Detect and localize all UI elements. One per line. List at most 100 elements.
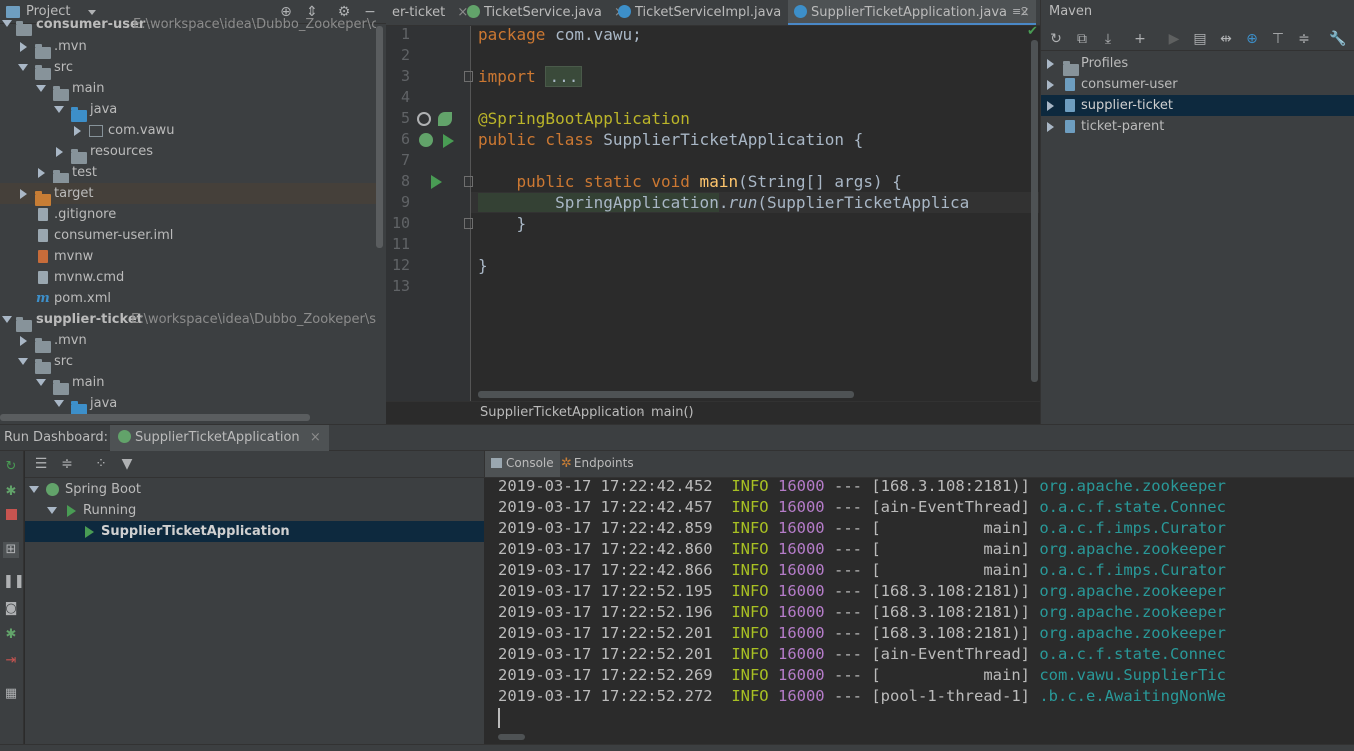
expand-arrow-icon[interactable] bbox=[36, 379, 46, 386]
filter-icon[interactable]: ▼ bbox=[119, 456, 135, 472]
tree-item-resources[interactable]: resources bbox=[0, 141, 376, 164]
show-dependencies-icon[interactable]: ⊤ bbox=[1270, 31, 1286, 47]
tree-item-pom[interactable]: m pom.xml bbox=[0, 288, 376, 309]
download-icon[interactable]: ⤓ bbox=[1100, 31, 1116, 47]
log-time: 2019-03-17 17:22:52.196 bbox=[498, 603, 713, 621]
spring-bean-icon[interactable] bbox=[419, 133, 433, 147]
tree-item-mvnw-cmd[interactable]: mvnw.cmd bbox=[0, 267, 376, 288]
tree-item-mvnw[interactable]: mvnw bbox=[0, 246, 376, 267]
add-icon[interactable]: + bbox=[1132, 31, 1148, 47]
tree-item-java[interactable]: java bbox=[0, 99, 376, 122]
expand-arrow-icon[interactable] bbox=[74, 126, 81, 136]
expand-arrow-icon[interactable] bbox=[1047, 101, 1054, 111]
tree-item-main[interactable]: main bbox=[0, 372, 376, 395]
expand-arrow-icon[interactable] bbox=[1047, 122, 1054, 132]
run-icon[interactable]: ▶ bbox=[1166, 31, 1182, 47]
expand-arrow-icon[interactable] bbox=[18, 358, 28, 365]
debug-icon[interactable]: ✱ bbox=[3, 484, 19, 500]
tab-overflow-button[interactable]: ≡2 bbox=[1012, 5, 1028, 18]
run-gutter-icon[interactable] bbox=[443, 134, 454, 148]
expand-arrow-icon[interactable] bbox=[2, 20, 12, 27]
editor-vertical-scrollbar[interactable] bbox=[1031, 40, 1038, 382]
expand-arrow-icon[interactable] bbox=[29, 486, 39, 493]
refresh-icon[interactable]: ↻ bbox=[1048, 31, 1064, 47]
log-pid: 16000 bbox=[777, 645, 825, 663]
run-tree-item-application[interactable]: SupplierTicketApplication bbox=[25, 521, 484, 542]
run-tree-label: Spring Boot bbox=[65, 482, 142, 497]
expand-arrow-icon[interactable] bbox=[54, 106, 64, 113]
maven-item-ticket-parent[interactable]: ticket-parent bbox=[1041, 116, 1354, 137]
execute-goal-icon[interactable]: ▤ bbox=[1192, 31, 1208, 47]
expand-arrow-icon[interactable] bbox=[1047, 59, 1054, 69]
fold-icon[interactable] bbox=[464, 71, 473, 82]
generate-sources-icon[interactable]: ⧉ bbox=[1074, 31, 1090, 47]
code-line-6: @SpringBootApplication bbox=[478, 109, 690, 128]
tree-item-target[interactable]: target bbox=[0, 183, 376, 206]
editor-horizontal-scrollbar[interactable] bbox=[478, 391, 854, 398]
expand-arrow-icon[interactable] bbox=[20, 336, 27, 346]
breadcrumb-item[interactable]: main() bbox=[651, 405, 694, 420]
camera-icon[interactable]: ◙ bbox=[3, 601, 19, 617]
tree-item-test[interactable]: test bbox=[0, 162, 376, 185]
project-vertical-scrollbar[interactable] bbox=[376, 26, 383, 248]
run-tree-item-spring-boot[interactable]: Spring Boot bbox=[25, 479, 484, 500]
tab-ticket-service-impl[interactable]: TicketServiceImpl.java × bbox=[612, 0, 810, 25]
tree-item-mvn[interactable]: .mvn bbox=[0, 330, 376, 353]
run-dashboard-tab[interactable]: SupplierTicketApplication × bbox=[110, 425, 329, 451]
tab-supplier-ticket-application[interactable]: SupplierTicketApplication.java × bbox=[788, 0, 1037, 25]
fold-icon[interactable] bbox=[464, 176, 473, 187]
tab-ticket-service[interactable]: TicketService.java × bbox=[461, 0, 631, 25]
tree-item-src[interactable]: src bbox=[0, 351, 376, 374]
layout-icon[interactable]: ▦ bbox=[3, 686, 19, 702]
expand-arrow-icon[interactable] bbox=[18, 64, 28, 71]
expand-arrow-icon[interactable] bbox=[36, 85, 46, 92]
run-tree-item-running[interactable]: Running bbox=[25, 500, 484, 521]
debug-settings-icon[interactable]: ✱ bbox=[3, 627, 19, 643]
tree-item-main[interactable]: main bbox=[0, 78, 376, 101]
tree-item-supplier-ticket[interactable]: supplier-ticket E:\workspace\idea\Dubbo_… bbox=[0, 309, 376, 332]
maven-item-supplier-ticket[interactable]: supplier-ticket bbox=[1041, 95, 1354, 116]
group-by-icon[interactable]: ⊞ bbox=[3, 542, 19, 558]
wrench-icon[interactable]: 🔧 bbox=[1329, 31, 1346, 47]
expand-arrow-icon[interactable] bbox=[20, 189, 27, 199]
tree-item-java[interactable]: java bbox=[0, 393, 376, 414]
run-gutter-icon[interactable] bbox=[431, 175, 442, 189]
tree-item-gitignore[interactable]: .gitignore bbox=[0, 204, 376, 225]
folded-imports[interactable]: ... bbox=[545, 66, 583, 87]
tab-endpoints[interactable]: ✲ Endpoints bbox=[557, 451, 638, 477]
expand-arrow-icon[interactable] bbox=[20, 42, 27, 52]
log-separator: --- bbox=[834, 582, 862, 600]
bean-search-icon[interactable] bbox=[417, 112, 431, 126]
expand-arrow-icon[interactable] bbox=[38, 168, 45, 178]
tree-item-mvn[interactable]: .mvn bbox=[0, 36, 376, 59]
exit-icon[interactable]: ⇥ bbox=[3, 653, 19, 669]
spring-leaf-icon[interactable] bbox=[438, 112, 452, 126]
skip-tests-icon[interactable]: ⊕ bbox=[1244, 31, 1260, 47]
tab-label: SupplierTicketApplication.java bbox=[811, 5, 1008, 20]
expand-arrow-icon[interactable] bbox=[47, 507, 57, 514]
tree-item-consumer-user[interactable]: consumer-user E:\workspace\idea\Dubbo_Zo… bbox=[0, 14, 376, 36]
pause-icon[interactable]: ❚❚ bbox=[3, 574, 25, 590]
expand-all-icon[interactable]: ☰ bbox=[33, 456, 49, 472]
group-icon[interactable]: ⁘ bbox=[93, 456, 109, 472]
toggle-offline-icon[interactable]: ⇹ bbox=[1218, 31, 1234, 47]
expand-arrow-icon[interactable] bbox=[1047, 80, 1054, 90]
fold-icon[interactable] bbox=[464, 218, 473, 229]
collapse-all-icon[interactable]: ≑ bbox=[1296, 31, 1312, 47]
tree-item-com-vawu[interactable]: com.vawu bbox=[0, 120, 376, 141]
console-horizontal-scrollbar[interactable] bbox=[498, 734, 525, 740]
stop-icon[interactable] bbox=[3, 509, 19, 525]
expand-arrow-icon[interactable] bbox=[54, 400, 64, 407]
rerun-icon[interactable]: ↻ bbox=[3, 459, 19, 475]
tree-item-iml[interactable]: consumer-user.iml bbox=[0, 225, 376, 246]
project-horizontal-scrollbar[interactable] bbox=[0, 414, 310, 421]
tree-item-src[interactable]: src bbox=[0, 57, 376, 80]
breadcrumb-item[interactable]: SupplierTicketApplication bbox=[480, 405, 645, 420]
expand-arrow-icon[interactable] bbox=[56, 147, 63, 157]
close-icon[interactable]: × bbox=[310, 430, 321, 445]
collapse-all-icon[interactable]: ≑ bbox=[59, 456, 75, 472]
maven-item-profiles[interactable]: Profiles bbox=[1041, 53, 1354, 76]
maven-item-consumer-user[interactable]: consumer-user bbox=[1041, 74, 1354, 95]
tab-console[interactable]: Console bbox=[485, 451, 560, 477]
expand-arrow-icon[interactable] bbox=[2, 316, 12, 323]
